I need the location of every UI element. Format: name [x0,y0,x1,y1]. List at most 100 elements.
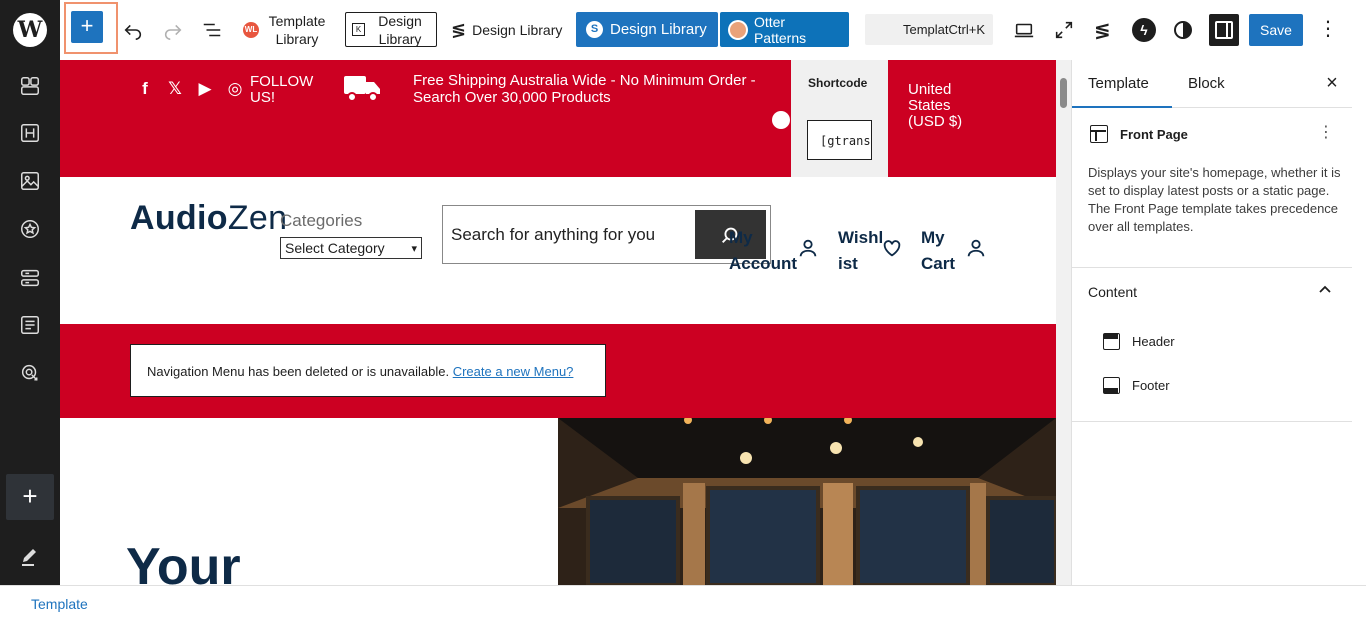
design-library-blue-label: Design Library [610,21,707,38]
media-icon[interactable] [18,169,42,193]
template-part-footer[interactable]: Footer [1103,375,1170,395]
main-header: AudioZen Categories Select Category ▾ Se… [60,177,1056,324]
delivery-truck-icon [343,72,381,104]
fullscreen-expand-icon[interactable] [1053,0,1075,60]
otter-patterns-label: Otter Patterns [753,13,807,46]
spectra-bolt-icon[interactable]: ϟ [1132,0,1156,60]
editor-canvas[interactable]: f 𝕏 ▶ ◎ FOLLOW US! Free Shipping Austral… [60,60,1056,585]
design-library-plain-label: Design Library [472,22,563,38]
add-block-plus-icon[interactable]: + [6,474,54,520]
editor-top-toolbar: + WL Template Library K Design Library ≶… [60,0,1366,60]
otter-avatar-icon [728,19,748,40]
wl-logo-icon: WL [243,22,259,38]
template-part-header[interactable]: Header [1103,331,1175,351]
x-twitter-icon[interactable]: 𝕏 [166,80,184,98]
currency-selector-text[interactable]: United States (USD $) [908,82,978,130]
options-kebab-icon[interactable]: ⋮ [1318,16,1338,42]
chevron-up-icon [1319,285,1331,293]
template-card: Front Page ⋮ Displays your site's homepa… [1072,108,1352,268]
logo-light-part: Zen [227,199,288,237]
youtube-icon[interactable]: ▶ [196,80,214,98]
hero-room-image[interactable] [558,418,1056,585]
content-label: Content [1088,284,1138,300]
user-account-icon[interactable] [797,237,819,259]
template-options-kebab-icon[interactable]: ⋮ [1318,123,1334,143]
library-k-icon: K [352,23,365,36]
search-placeholder: Search for anything for you [451,225,656,244]
cursor-select-icon[interactable] [18,361,42,385]
undo-icon[interactable] [122,0,144,60]
cart-user-icon[interactable] [965,237,987,259]
canvas-scrollbar[interactable] [1056,60,1071,585]
command-palette-search[interactable]: TemplatCtrl+K [865,14,993,45]
shortcode-value-field[interactable]: [gtransl [807,120,872,160]
patterns-icon[interactable] [18,74,42,98]
editor-left-sidebar: W + [0,0,60,585]
save-button[interactable]: Save [1249,14,1303,46]
form-list-icon[interactable] [18,313,42,337]
otter-patterns-button[interactable]: Otter Patterns [720,12,849,47]
tab-block[interactable]: Block [1188,60,1225,108]
tab-template[interactable]: Template [1072,60,1172,108]
heart-icon[interactable] [881,237,903,259]
shortcode-block[interactable]: Shortcode [gtransl [791,60,888,177]
stackable-settings-icon[interactable]: ≶ [1094,0,1111,60]
template-library-button[interactable]: WL Template Library [243,0,327,60]
navigation-band: Navigation Menu has been deleted or is u… [60,324,1056,418]
close-icon[interactable]: × [1321,72,1343,94]
nav-my-account[interactable]: My Account [729,225,799,277]
block-inserter-plus-icon[interactable]: + [71,11,103,43]
star-badge-icon[interactable] [18,217,42,241]
template-part-header-label: Header [1132,333,1175,349]
document-overview-icon[interactable] [201,0,223,60]
edit-pencil-icon[interactable] [18,544,42,568]
shipping-banner-text: Free Shipping Australia Wide - No Minimu… [413,72,756,106]
template-library-label: Template Library [268,13,326,47]
social-icons: f 𝕏 ▶ ◎ [136,80,244,98]
design-library-outline-button[interactable]: K Design Library [345,12,437,47]
copy-circle-icon[interactable] [772,111,790,129]
nav-wishlist[interactable]: Wishlist [838,225,884,277]
settings-sidebar-toggle-icon[interactable] [1209,0,1239,60]
editor-footer: Template [0,585,1366,620]
header-part-icon [1103,332,1120,350]
top-bar-strip: f 𝕏 ▶ ◎ FOLLOW US! Free Shipping Austral… [60,60,1056,177]
template-name: Front Page [1120,127,1188,142]
template-description: Displays your site's homepage, whether i… [1088,165,1341,234]
instagram-icon[interactable]: ◎ [226,80,244,98]
redo-icon[interactable] [162,0,184,60]
site-logo[interactable]: AudioZen [130,199,287,238]
canvas-scroll-thumb[interactable] [1060,78,1067,108]
category-select-value: Select Category [285,240,385,256]
notice-text: Navigation Menu has been deleted or is u… [147,364,450,379]
desktop-preview-icon[interactable] [1013,0,1035,60]
breadcrumb-template[interactable]: Template [31,596,88,612]
hero-heading[interactable]: Your [126,537,241,585]
stackable-logo-icon: ≶ [451,19,467,40]
facebook-icon[interactable]: f [136,80,154,98]
sidebar-tabs: Template Block × [1072,60,1352,108]
styles-contrast-icon[interactable] [1174,0,1192,60]
wordpress-logo-icon[interactable]: W [13,13,47,47]
category-select[interactable]: Select Category ▾ [280,237,422,259]
design-library-blue-button[interactable]: S Design Library [576,12,718,47]
template-layout-icon [1090,125,1108,143]
stack-layers-icon[interactable] [18,266,42,290]
footer-part-icon [1103,376,1120,394]
content-panel-toggle[interactable]: Content [1072,268,1352,316]
follow-us-text: FOLLOW US! [250,73,314,106]
nav-my-cart[interactable]: My Cart [921,225,961,277]
chevron-down-icon: ▾ [411,242,417,255]
navigation-menu-notice: Navigation Menu has been deleted or is u… [130,344,606,397]
settings-sidebar: Template Block × Front Page ⋮ Displays y… [1071,60,1366,585]
shortcode-title: Shortcode [808,76,868,90]
panel-divider [1072,421,1352,422]
stackable-circle-icon: S [586,21,603,38]
design-library-outline-label: Design Library [378,12,422,47]
command-palette-text: TemplatCtrl+K [903,22,985,37]
create-menu-link[interactable]: Create a new Menu? [453,364,574,379]
header-block-icon[interactable] [18,121,42,145]
categories-label: Categories [280,211,363,230]
design-library-plain-button[interactable]: ≶ Design Library [451,0,562,60]
template-part-footer-label: Footer [1132,377,1170,393]
